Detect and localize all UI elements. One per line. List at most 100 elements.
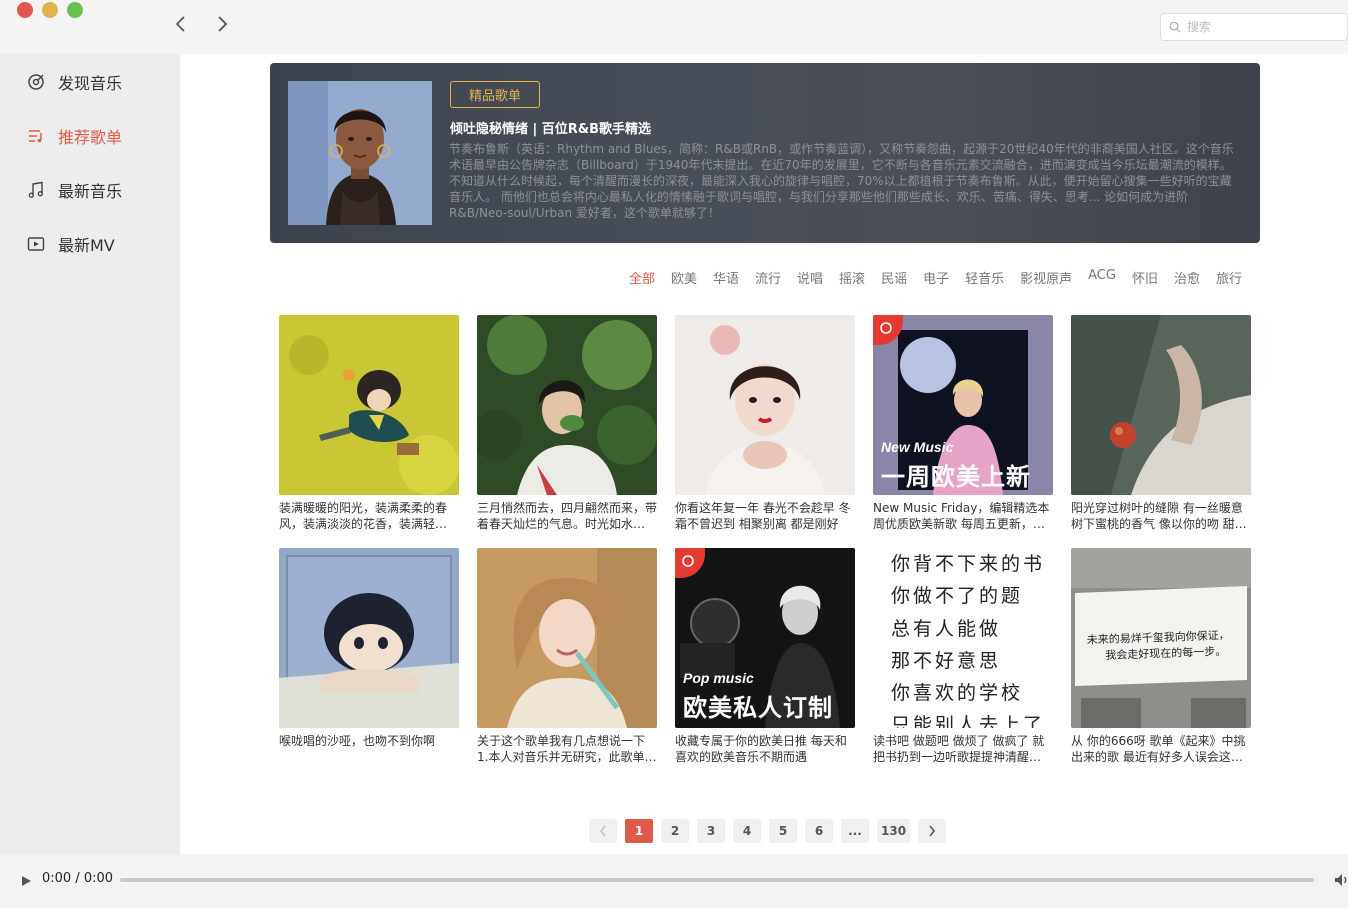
cover-subtitle: Pop music — [683, 670, 754, 686]
page-button[interactable]: 2 — [661, 819, 689, 843]
playlist-card[interactable]: 关于这个歌单我有几点想说一下 1.本人对音乐并无研究，此歌单仅为个人喜好 — [477, 548, 657, 768]
playlist-card[interactable]: 装满暖暖的阳光，装满柔柔的春风，装满淡淡的花香，装满轻轻的思念 — [279, 315, 459, 535]
playlist-caption: 三月悄然而去，四月翩然而来，带着春天灿烂的气息。时光如水，静静流淌 — [477, 501, 657, 531]
tag-pop[interactable]: 流行 — [755, 268, 781, 287]
back-button[interactable] — [169, 14, 193, 38]
cover-sign-text: 未来的易烊千玺我向你保证， 我会走好现在的每一步。 — [1086, 628, 1230, 663]
cover-title: 欧美私人订制 — [683, 694, 833, 722]
banner-tag-badge[interactable]: 精品歌单 — [450, 81, 540, 108]
maximize-window-button[interactable] — [67, 2, 83, 18]
tag-western[interactable]: 欧美 — [671, 268, 697, 287]
page-ellipsis[interactable]: ... — [841, 819, 869, 843]
chevron-left-icon — [175, 16, 185, 32]
tag-soundtrack[interactable]: 影视原声 — [1020, 268, 1072, 287]
tag-light-music[interactable]: 轻音乐 — [965, 268, 1004, 287]
playlist-cover: 你背不下来的书 你做不了的题 总有人能做 那不好意思 你喜欢的学校 只能别人去上… — [873, 548, 1053, 728]
sidebar: 发现音乐 推荐歌单 最新音乐 最新MV — [0, 54, 180, 854]
playlist-caption: 收藏专属于你的欧美日推 每天和喜欢的欧美音乐不期而遇 — [675, 734, 847, 764]
sidebar-item-label: 发现音乐 — [58, 74, 123, 93]
playlist-card[interactable]: 你背不下来的书 你做不了的题 总有人能做 那不好意思 你喜欢的学校 只能别人去上… — [873, 548, 1053, 768]
playlist-card[interactable]: 你看这年复一年 春光不会趁早 冬霜不曾迟到 相聚别离 都是刚好 — [675, 315, 855, 535]
playlist-cover — [1071, 315, 1251, 495]
featured-playlist-banner[interactable]: 精品歌单 倾吐隐秘情绪 | 百位R&B歌手精选 节奏布鲁斯（英语：Rhythm … — [270, 63, 1260, 243]
chevron-left-icon — [600, 825, 606, 837]
forward-button[interactable] — [210, 14, 234, 38]
audio-player: 0:00 / 0:00 — [0, 854, 1348, 908]
playlist-cover: 未来的易烊千玺我向你保证， 我会走好现在的每一步。 — [1071, 548, 1251, 728]
sidebar-item-new-music[interactable]: 最新音乐 — [26, 175, 122, 205]
video-icon — [26, 235, 46, 253]
playlist-cover — [477, 548, 657, 728]
page-button[interactable]: 130 — [877, 819, 911, 843]
tag-acg[interactable]: ACG — [1088, 268, 1116, 287]
playlist-card[interactable]: Pop music 欧美私人订制 收藏专属于你的欧美日推 每天和喜欢的欧美音乐不… — [675, 548, 855, 768]
playlist-cover — [675, 315, 855, 495]
playback-time: 0:00 / 0:00 — [42, 871, 114, 886]
tag-chinese[interactable]: 华语 — [713, 268, 739, 287]
chevron-right-icon — [218, 16, 228, 32]
tag-healing[interactable]: 治愈 — [1174, 268, 1200, 287]
search-box[interactable] — [1160, 13, 1348, 41]
search-input[interactable] — [1187, 20, 1337, 34]
play-icon[interactable] — [18, 873, 34, 889]
playlist-caption: 从 你的666呀 歌单《起来》中挑出来的歌 最近有好多人误会这个歌单 — [1071, 734, 1246, 764]
cover-title: 一周欧美上新 — [881, 463, 1031, 491]
sidebar-item-label: 最新MV — [58, 236, 115, 255]
disc-icon — [26, 73, 46, 91]
minimize-window-button[interactable] — [42, 2, 58, 18]
tag-folk[interactable]: 民谣 — [881, 268, 907, 287]
tag-nostalgia[interactable]: 怀旧 — [1132, 268, 1158, 287]
page-button[interactable]: 3 — [697, 819, 725, 843]
banner-description: 节奏布鲁斯（英语：Rhythm and Blues，简称：R&B或RnB，或作节… — [449, 142, 1234, 220]
pagination: 1 2 3 4 5 6 ... 130 — [589, 819, 947, 843]
playlist-cover: New Music 一周欧美上新 — [873, 315, 1053, 495]
page-button[interactable]: 5 — [769, 819, 797, 843]
cover-subtitle: New Music — [881, 439, 954, 455]
main-content: 精品歌单 倾吐隐秘情绪 | 百位R&B歌手精选 节奏布鲁斯（英语：Rhythm … — [180, 54, 1348, 854]
music-note-icon — [26, 181, 46, 199]
tag-rap[interactable]: 说唱 — [797, 268, 823, 287]
sidebar-item-label: 最新音乐 — [58, 182, 123, 201]
playlist-card[interactable]: 三月悄然而去，四月翩然而来，带着春天灿烂的气息。时光如水，静静流淌 — [477, 315, 657, 535]
chevron-right-icon — [929, 825, 936, 837]
playlist-caption: 阳光穿过树叶的缝隙 有一丝暖意 树下蜜桃的香气 像以你的吻 甜蜜而温柔 — [1071, 501, 1247, 531]
netease-logo-icon — [675, 548, 705, 578]
playlist-caption: 喉咙唱的沙哑，也吻不到你啊 — [279, 734, 436, 748]
tag-travel[interactable]: 旅行 — [1216, 268, 1242, 287]
tag-rock[interactable]: 摇滚 — [839, 268, 865, 287]
playlist-cover — [477, 315, 657, 495]
sidebar-item-new-mv[interactable]: 最新MV — [26, 229, 115, 259]
tag-all[interactable]: 全部 — [629, 268, 655, 287]
playlist-card[interactable]: New Music 一周欧美上新 New Music Friday，编辑精选本周… — [873, 315, 1053, 535]
search-icon — [1169, 21, 1181, 33]
playlist-card[interactable]: 未来的易烊千玺我向你保证， 我会走好现在的每一步。 从 你的666呀 歌单《起来… — [1071, 548, 1251, 768]
page-button[interactable]: 1 — [625, 819, 653, 843]
featured-cover-image — [288, 81, 432, 225]
sidebar-item-discover[interactable]: 发现音乐 — [26, 67, 122, 97]
sidebar-item-label: 推荐歌单 — [58, 128, 123, 147]
page-button[interactable]: 4 — [733, 819, 761, 843]
playlist-icon — [26, 127, 46, 145]
playlist-card[interactable]: 阳光穿过树叶的缝隙 有一丝暖意 树下蜜桃的香气 像以你的吻 甜蜜而温柔 — [1071, 315, 1251, 535]
title-bar — [0, 0, 1348, 54]
prev-page-button[interactable] — [589, 819, 617, 843]
playlist-caption: 读书吧 做题吧 做烦了 做疯了 就把书扔到一边听歌提提神清醒一下吧 — [873, 734, 1053, 764]
page-button[interactable]: 6 — [805, 819, 833, 843]
netease-logo-icon — [873, 315, 903, 345]
cover-poem: 你背不下来的书 你做不了的题 总有人能做 那不好意思 你喜欢的学校 只能别人去上… — [891, 553, 1046, 728]
playlist-caption: 你看这年复一年 春光不会趁早 冬霜不曾迟到 相聚别离 都是刚好 — [675, 501, 851, 531]
close-window-button[interactable] — [17, 2, 33, 18]
playback-progress-bar[interactable] — [120, 878, 1314, 882]
category-tags: 全部 欧美 华语 流行 说唱 摇滚 民谣 电子 轻音乐 影视原声 ACG 怀旧 … — [613, 268, 1242, 287]
playlist-caption: 装满暖暖的阳光，装满柔柔的春风，装满淡淡的花香，装满轻轻的思念 — [279, 501, 459, 531]
playlist-caption: 关于这个歌单我有几点想说一下 1.本人对音乐并无研究，此歌单仅为个人喜好 — [477, 734, 657, 764]
sidebar-item-playlists[interactable]: 推荐歌单 — [26, 121, 122, 151]
tag-electronic[interactable]: 电子 — [923, 268, 949, 287]
banner-title: 倾吐隐秘情绪 | 百位R&B歌手精选 — [450, 122, 652, 137]
playlist-caption: New Music Friday，编辑精选本周优质欧美新歌 每周五更新，欢迎收藏 — [873, 501, 1050, 531]
playlist-cover: Pop music 欧美私人订制 — [675, 548, 855, 728]
volume-icon[interactable] — [1333, 871, 1348, 889]
next-page-button[interactable] — [918, 819, 947, 843]
playlist-card[interactable]: 喉咙唱的沙哑，也吻不到你啊 — [279, 548, 459, 768]
playlist-cover — [279, 315, 459, 495]
